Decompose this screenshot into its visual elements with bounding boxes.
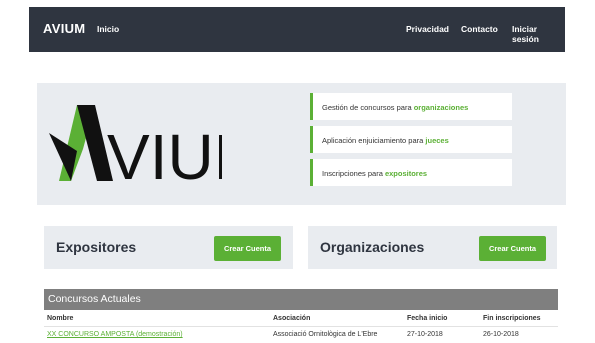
svg-text:VIUM: VIUM [107, 121, 222, 183]
hero-section: VIUM Gestión de concursos para organizac… [37, 83, 566, 205]
contest-association: Associació Ornitològica de L'Ebre [273, 331, 378, 338]
organizations-panel: Organizaciones Crear Cuenta [308, 226, 557, 269]
feature-judges: Aplicación enjuiciamiento para jueces [310, 126, 512, 153]
contest-name-link[interactable]: XX CONCURSO AMPOSTA (demostración) [47, 331, 183, 338]
feature-highlight: jueces [425, 136, 449, 145]
contest-start-date: 27-10-2018 [407, 331, 443, 338]
avium-logo: VIUM [49, 105, 222, 183]
column-header-name: Nombre [47, 315, 74, 322]
nav-privacy-link[interactable]: Privacidad [406, 24, 449, 34]
contest-registration-end: 26-10-2018 [483, 331, 519, 338]
nav-contact-link[interactable]: Contacto [461, 24, 498, 34]
contests-title: Concursos Actuales [44, 289, 558, 310]
exhibitors-create-account-button[interactable]: Crear Cuenta [214, 236, 281, 261]
organizations-create-account-button[interactable]: Crear Cuenta [479, 236, 546, 261]
feature-highlight: expositores [384, 169, 428, 178]
nav-login-link[interactable]: Iniciar sesión [512, 24, 565, 44]
exhibitors-panel: Expositores Crear Cuenta [44, 226, 293, 269]
top-navbar: AVIUM Inicio Privacidad Contacto Iniciar… [29, 7, 565, 52]
feature-organizations: Gestión de concursos para organizaciones [310, 93, 512, 120]
feature-exhibitors: Inscripciones para expositores [310, 159, 512, 186]
column-header-association: Asociación [273, 315, 311, 322]
column-header-start-date: Fecha inicio [407, 315, 448, 322]
feature-text: Gestión de concursos para [322, 103, 414, 112]
organizations-title: Organizaciones [320, 239, 425, 255]
nav-home-link[interactable]: Inicio [97, 24, 119, 34]
table-divider [44, 326, 558, 327]
column-header-registration-end: Fin inscripciones [483, 315, 541, 322]
feature-text: Inscripciones para [322, 169, 385, 178]
exhibitors-title: Expositores [56, 239, 137, 255]
brand-link[interactable]: AVIUM [43, 21, 85, 36]
feature-text: Aplicación enjuiciamiento para [322, 136, 426, 145]
feature-highlight: organizaciones [413, 103, 469, 112]
contests-table: Concursos Actuales Nombre Asociación Fec… [44, 289, 558, 343]
